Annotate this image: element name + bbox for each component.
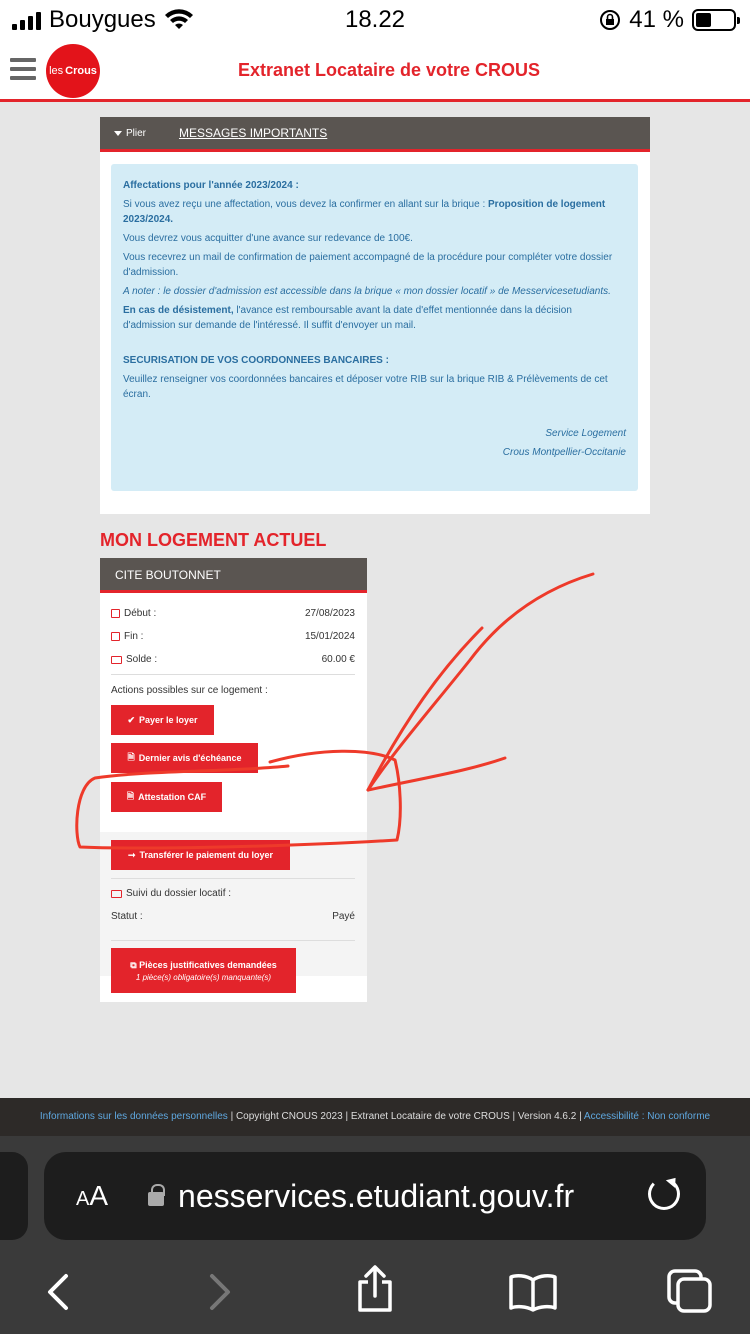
message-paragraph: Vous recevrez un mail de confirmation de…: [123, 252, 613, 278]
address-bar[interactable]: AA nesservices.etudiant.gouv.fr: [44, 1152, 706, 1240]
status-label: Statut :: [111, 911, 143, 922]
rotation-lock-icon: [600, 10, 621, 30]
message-heading-affectations: Affectations pour l'année 2023/2024 :: [123, 180, 299, 191]
share-icon[interactable]: [354, 1264, 396, 1314]
row-status: Statut : Payé: [111, 911, 355, 922]
card-icon: [111, 889, 122, 898]
footer-text: | Copyright CNOUS 2023 | Extranet Locata…: [227, 1111, 584, 1122]
messages-title[interactable]: MESSAGES IMPORTANTS: [179, 126, 327, 140]
message-signature-2: Crous Montpellier-Occitanie: [502, 447, 626, 458]
transfer-payment-button[interactable]: ➞ Transférer le paiement du loyer: [111, 840, 290, 870]
caf-certificate-button[interactable]: 🗎 Attestation CAF: [111, 782, 222, 812]
bookmarks-icon[interactable]: [508, 1272, 558, 1312]
message-heading-bank: SECURISATION DE VOS COORDONNEES BANCAIRE…: [123, 355, 389, 366]
row-balance: Solde : 60.00 €: [111, 654, 355, 665]
message-paragraph: Vous devrez vous acquitter d'une avance …: [123, 233, 413, 244]
messages-info-box: Affectations pour l'année 2023/2024 : Si…: [111, 164, 638, 491]
supporting-documents-button[interactable]: ⧉ Pièces justificatives demandées 1 pièc…: [111, 948, 296, 993]
row-file-tracking: Suivi du dossier locatif :: [111, 888, 355, 899]
document-icon: 🗎: [127, 752, 135, 762]
supporting-documents-label: Pièces justificatives demandées: [139, 959, 277, 970]
site-footer: Informations sur les données personnelle…: [0, 1098, 750, 1136]
last-notice-label: Dernier avis d'échéance: [138, 753, 242, 763]
page-title: Extranet Locataire de votre CROUS: [237, 60, 541, 80]
divider: [111, 674, 355, 675]
supporting-documents-title: ⧉ Pièces justificatives demandées: [130, 960, 277, 971]
back-icon[interactable]: [44, 1272, 74, 1312]
transfer-payment-label: Transférer le paiement du loyer: [139, 850, 274, 860]
message-paragraph: Si vous avez reçu une affectation, vous …: [123, 197, 626, 227]
ios-status-bar: Bouygues 18.22 41 %: [0, 0, 750, 40]
balance-value: 60.00 €: [321, 654, 355, 665]
forward-icon[interactable]: [204, 1272, 234, 1312]
pay-rent-button[interactable]: ✔ Payer le loyer: [111, 705, 214, 735]
reload-icon[interactable]: [648, 1178, 680, 1210]
url-text[interactable]: nesservices.etudiant.gouv.fr: [178, 1178, 574, 1215]
residence-name: CITE BOUTONNET: [100, 558, 367, 593]
message-paragraph: En cas de désistement, l'avance est remb…: [123, 303, 626, 333]
caret-down-icon: [114, 130, 122, 136]
end-value: 15/01/2024: [304, 631, 355, 642]
document-icon: 🗎: [126, 791, 135, 801]
actions-label: Actions possibles sur ce logement :: [111, 685, 268, 696]
message-emphasis: En cas de désistement,: [123, 305, 234, 316]
start-label: Début :: [124, 608, 157, 619]
lock-icon: [148, 1184, 166, 1206]
pay-rent-label: Payer le loyer: [139, 715, 198, 725]
divider: [111, 878, 355, 879]
check-icon: ✔: [127, 714, 135, 725]
copy-icon: ⧉: [130, 959, 140, 970]
aa-small: A: [76, 1188, 90, 1210]
divider: [111, 940, 355, 941]
end-label: Fin :: [124, 631, 144, 642]
last-notice-button[interactable]: 🗎 Dernier avis d'échéance: [111, 743, 258, 773]
message-text: Si vous avez reçu une affectation, vous …: [123, 199, 489, 210]
caf-certificate-label: Attestation CAF: [138, 792, 207, 802]
aa-big: A: [89, 1180, 109, 1211]
message-signature-1: Service Logement: [545, 428, 626, 439]
section-title-housing: MON LOGEMENT ACTUEL: [100, 530, 327, 550]
collapse-label: Plier: [126, 127, 147, 139]
browser-chrome: AA nesservices.etudiant.gouv.fr: [0, 1136, 750, 1334]
calendar-x-icon: [111, 632, 120, 641]
housing-card: CITE BOUTONNET Début : 27/08/2023 Fin : …: [100, 558, 367, 1002]
balance-label: Solde :: [126, 654, 158, 665]
important-messages-panel: Plier MESSAGES IMPORTANTS Affectations p…: [100, 117, 650, 514]
row-end-date: Fin : 15/01/2024: [111, 631, 355, 642]
messages-header: Plier MESSAGES IMPORTANTS: [100, 117, 650, 152]
arrow-right-icon: ➞: [127, 849, 136, 860]
supporting-documents-subtitle: 1 pièce(s) obligatoire(s) manquante(s): [135, 972, 272, 982]
message-note: A noter : le dossier d'admission est acc…: [123, 286, 611, 297]
status-value: Payé: [332, 911, 355, 922]
accessibility-link[interactable]: Accessibilité : Non conforme: [584, 1111, 710, 1122]
row-start-date: Début : 27/08/2023: [111, 608, 355, 619]
previous-tab-preview[interactable]: [0, 1152, 28, 1240]
battery-percent: 41 %: [629, 6, 684, 33]
browser-toolbar: [0, 1262, 750, 1322]
privacy-link[interactable]: Informations sur les données personnelle…: [40, 1111, 228, 1122]
money-icon: [111, 655, 122, 664]
start-value: 27/08/2023: [304, 608, 355, 619]
collapse-toggle[interactable]: Plier: [114, 128, 146, 139]
app-header: les Crous Extranet Locataire de votre CRO…: [0, 40, 750, 102]
battery-icon: [692, 9, 740, 31]
tabs-icon[interactable]: [666, 1268, 714, 1314]
reader-settings-button[interactable]: AA: [76, 1180, 108, 1212]
message-paragraph: Veuillez renseigner vos coordonnées banc…: [123, 374, 608, 400]
tracking-label: Suivi du dossier locatif :: [126, 888, 232, 899]
calendar-check-icon: [111, 609, 120, 618]
